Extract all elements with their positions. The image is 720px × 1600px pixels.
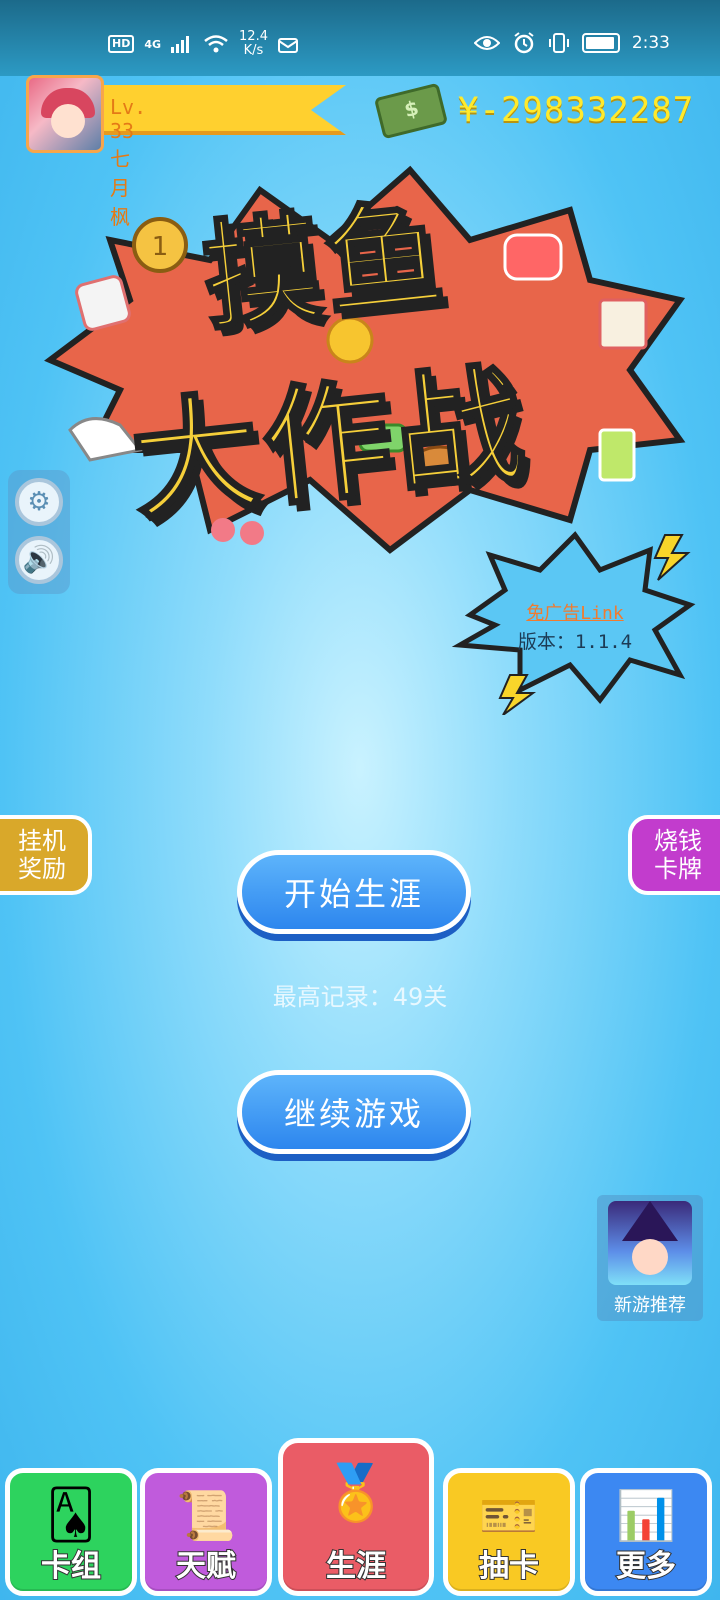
witch-hat-icon — [622, 1201, 678, 1241]
nav-talent[interactable]: 📜 天赋 — [140, 1468, 272, 1596]
nav-cards-label: 卡组 — [40, 1548, 102, 1585]
lightning-icon — [653, 534, 691, 581]
alarm-icon — [514, 32, 534, 54]
new-game-promo[interactable]: 新游推荐 — [597, 1195, 703, 1321]
nav-career[interactable]: 🏅 生涯 — [278, 1438, 434, 1596]
chart-board-icon: 📊 — [616, 1488, 676, 1544]
svg-text:1: 1 — [152, 232, 169, 262]
speaker-icon: 🔊 — [22, 545, 56, 575]
network-speed: 12.4 K/s — [239, 30, 268, 58]
signal-icon — [171, 36, 190, 53]
bottom-nav: 🂡 卡组 📜 天赋 🏅 生涯 🎫 抽卡 📊 更多 — [0, 1438, 720, 1600]
player-avatar[interactable] — [26, 75, 104, 153]
medal-icon: 🏅 — [322, 1461, 390, 1524]
clock-time: 2:33 — [631, 33, 670, 53]
burn-money-cards-tab[interactable]: 烧钱 卡牌 — [628, 815, 720, 895]
idle-reward-label: 挂机 奖励 — [18, 827, 66, 883]
scroll-icon: 📜 — [176, 1488, 236, 1544]
avatar-face — [51, 104, 85, 138]
mail-icon — [277, 38, 298, 53]
gear-icon: ⚙ — [27, 487, 51, 517]
promo-thumbnail — [608, 1201, 692, 1285]
player-level-name: Lv. 33 七月枫 — [110, 95, 147, 229]
cards-icon: 🂡 — [46, 1487, 96, 1543]
eye-icon — [473, 36, 500, 50]
wifi-icon — [204, 35, 228, 53]
nav-draw-label: 抽卡 — [478, 1548, 540, 1585]
nav-career-label: 生涯 — [325, 1548, 387, 1585]
continue-game-button[interactable]: 继续游戏 — [237, 1070, 471, 1154]
money-balance: ¥-298332287 — [458, 90, 695, 130]
vibrate-icon — [548, 33, 569, 53]
dice-icon — [75, 275, 131, 331]
idle-reward-tab[interactable]: 挂机 奖励 — [0, 815, 92, 895]
side-controls: ⚙ 🔊 — [8, 470, 70, 594]
promo-character — [632, 1239, 668, 1275]
gamepad-icon — [503, 233, 563, 281]
nav-draw[interactable]: 🎫 抽卡 — [443, 1468, 575, 1596]
hd-indicator: HD — [108, 35, 135, 53]
speed-value: 12.4 — [239, 29, 268, 44]
fries-icon — [598, 298, 648, 350]
promo-label: 新游推荐 — [614, 1295, 686, 1316]
nav-cards[interactable]: 🂡 卡组 — [5, 1468, 137, 1596]
ticket-icon: 🎫 — [479, 1488, 539, 1544]
version-label: 版本：1.1.4 — [517, 631, 633, 653]
best-record: 最高记录：49关 — [272, 983, 448, 1011]
settings-button[interactable]: ⚙ — [15, 478, 63, 526]
drink-icon — [598, 428, 636, 482]
burn-money-cards-label: 烧钱 卡牌 — [654, 827, 702, 883]
start-career-button[interactable]: 开始生涯 — [237, 850, 471, 934]
nav-talent-label: 天赋 — [175, 1548, 237, 1585]
money-stack-icon — [373, 82, 449, 140]
speed-unit: K/s — [243, 43, 264, 58]
logo-title-line1: 摸鱼 — [195, 183, 455, 349]
nav-more[interactable]: 📊 更多 — [580, 1468, 712, 1596]
battery-icon — [581, 33, 620, 53]
ad-free-link[interactable]: 免广告Link — [450, 599, 700, 625]
nav-more-label: 更多 — [615, 1548, 677, 1585]
status-bar: HD 4G 12.4 K/s 2:33 — [0, 0, 720, 76]
version-badge: 免广告Link 版本：1.1.4 — [450, 525, 700, 716]
sound-button[interactable]: 🔊 — [15, 536, 63, 584]
4g-indicator: 4G — [144, 37, 162, 51]
